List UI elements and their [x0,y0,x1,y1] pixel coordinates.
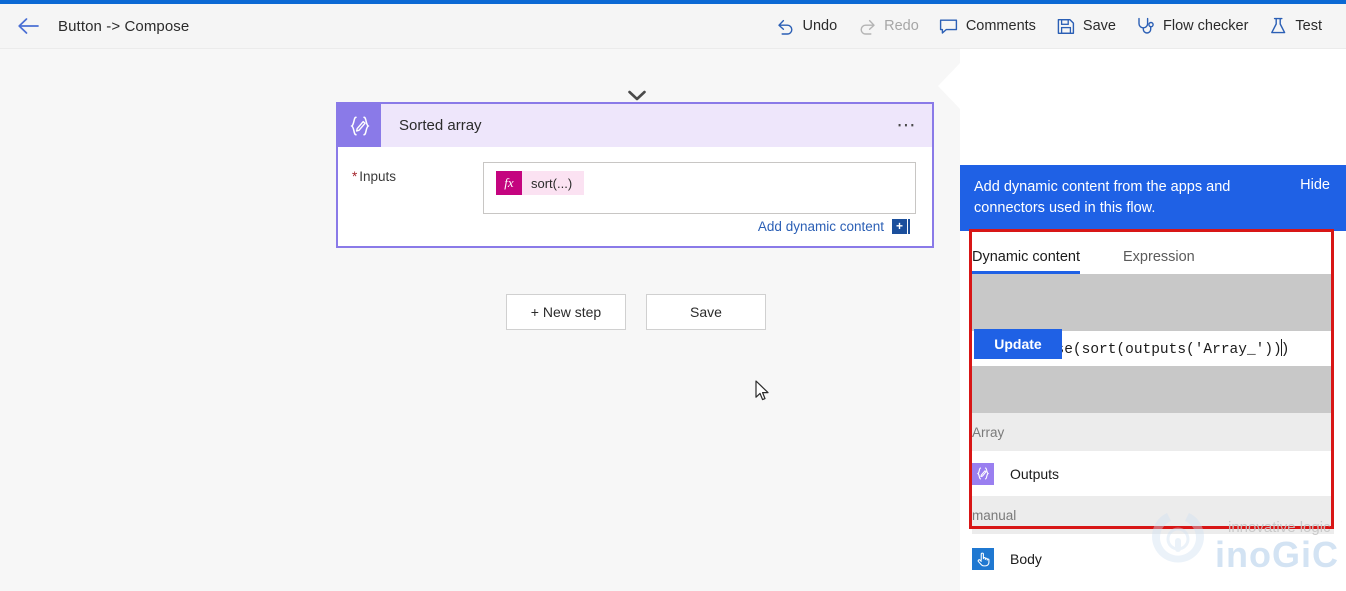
command-bar-actions: Undo Redo Comments [765,4,1346,48]
inputs-label-text: Inputs [359,169,396,184]
text-caret [908,219,910,234]
flow-designer-canvas: Sorted array ⋯ *Inputs fx sort(...) Add … [0,49,960,591]
save-label: Save [1083,18,1116,34]
panel-spacer-update [972,366,1334,413]
compose-card-body: *Inputs fx sort(...) Add dynamic content… [338,147,932,246]
arrow-left-icon [17,17,39,35]
manual-trigger-hand-icon [972,548,994,570]
undo-label: Undo [802,18,837,34]
expression-token-label: sort(...) [522,176,584,191]
dynamic-item-outputs[interactable]: Outputs [972,451,1334,496]
page-title: Button -> Compose [58,18,189,35]
save-button[interactable]: Save [1046,4,1126,48]
expression-token-sort[interactable]: fx sort(...) [496,171,584,195]
update-expression-button[interactable]: Update [974,329,1062,359]
ellipsis-icon[interactable]: ⋯ [897,121,919,131]
inputs-input[interactable]: fx sort(...) [483,162,916,214]
redo-icon [857,16,877,36]
dynamic-group-title: Array [972,425,1004,440]
redo-button[interactable]: Redo [847,4,929,48]
dynamic-group-title: manual [972,508,1016,523]
compose-card-title: Sorted array [399,117,482,134]
save-disk-icon [1056,16,1076,36]
callout-left-arrow-icon [938,63,960,109]
required-marker: * [352,169,357,184]
back-button[interactable] [0,4,56,48]
comments-label: Comments [966,18,1036,34]
add-dynamic-content-label: Add dynamic content [758,219,884,234]
stethoscope-icon [1136,16,1156,36]
dynamic-item-label: Body [1010,551,1042,567]
comment-icon [939,16,959,36]
panel-spacer-top [972,274,1334,331]
comments-button[interactable]: Comments [929,4,1046,48]
redo-label: Redo [884,18,919,34]
undo-icon [775,16,795,36]
compose-braces-icon [338,104,381,147]
chevron-down-icon [628,89,646,101]
fx-icon: fx [496,171,522,195]
add-dynamic-content-button[interactable]: Add dynamic content + [758,219,910,234]
dynamic-item-body[interactable]: Body [972,536,1334,581]
dynamic-content-header-text: Add dynamic content from the apps and co… [974,177,1274,219]
hide-panel-button[interactable]: Hide [1300,177,1330,193]
dynamic-group-header-manual: manual [972,496,1334,534]
canvas-save-button[interactable]: Save [646,294,766,330]
expression-text-after-caret: ) [1281,342,1290,358]
command-bar: Button -> Compose Undo Redo [0,4,1346,49]
compose-card-header: Sorted array ⋯ [338,104,932,147]
new-step-button[interactable]: + New step [506,294,626,330]
plus-icon[interactable]: + [892,219,907,234]
compose-action-card[interactable]: Sorted array ⋯ *Inputs fx sort(...) Add … [336,102,934,248]
dynamic-group-header-array: Array [972,413,1334,451]
flow-checker-button[interactable]: Flow checker [1126,4,1258,48]
dynamic-content-tabs: Dynamic content Expression [972,232,1334,274]
undo-button[interactable]: Undo [765,4,847,48]
inputs-field-label: *Inputs [352,169,396,184]
dynamic-item-label: Outputs [1010,466,1059,482]
compose-braces-icon [972,463,994,485]
test-label: Test [1295,18,1322,34]
dynamic-content-panel: Add dynamic content from the apps and co… [960,49,1346,591]
test-button[interactable]: Test [1258,4,1332,48]
flask-icon [1268,16,1288,36]
dynamic-content-header: Add dynamic content from the apps and co… [960,165,1346,231]
flow-checker-label: Flow checker [1163,18,1248,34]
tab-dynamic-content[interactable]: Dynamic content [972,249,1080,274]
mouse-pointer-icon [755,380,771,402]
tab-expression[interactable]: Expression [1123,249,1195,274]
